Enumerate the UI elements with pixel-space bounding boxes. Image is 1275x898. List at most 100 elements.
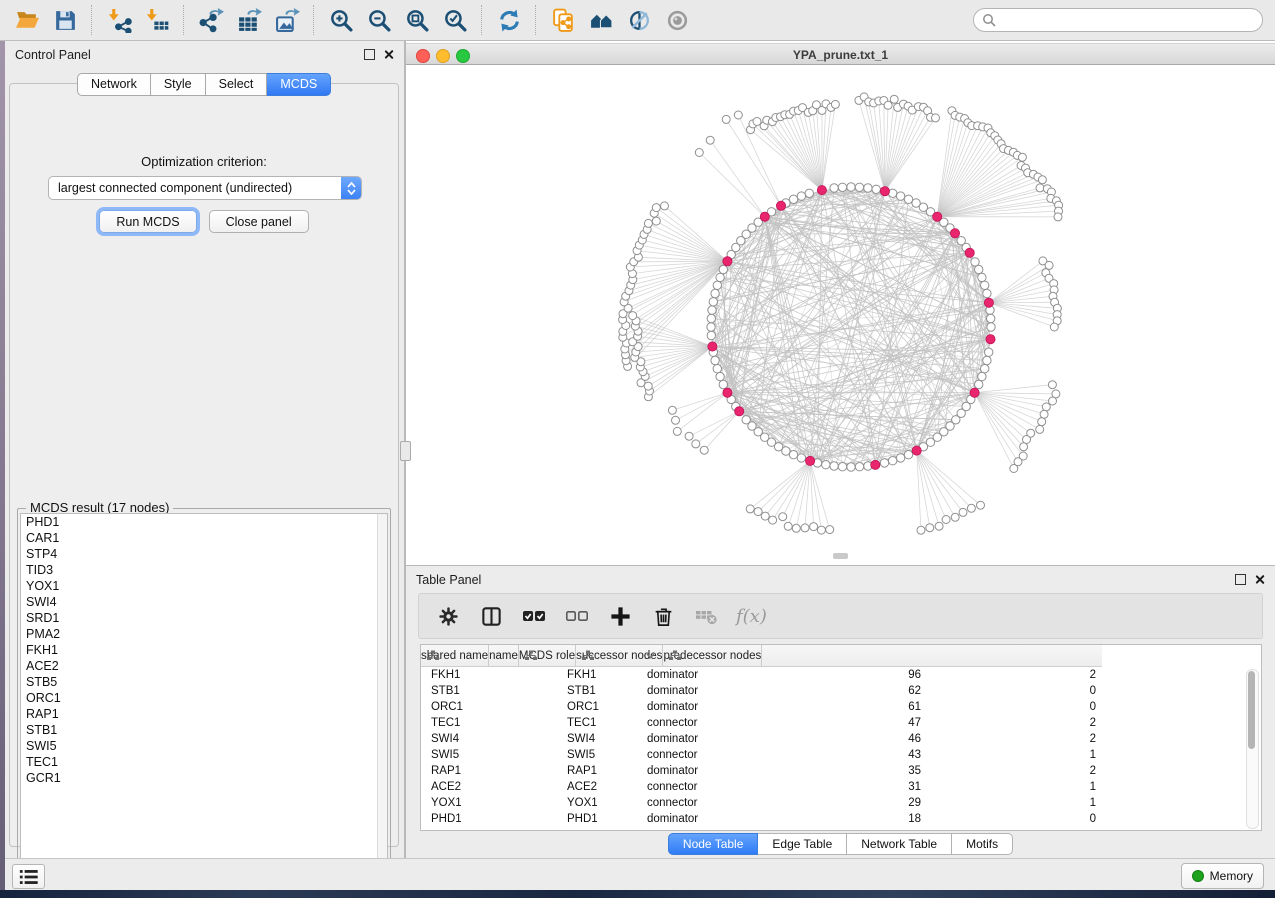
cell-name[interactable]: SWI5 bbox=[554, 747, 635, 763]
mcds-result-item[interactable]: YOX1 bbox=[21, 578, 387, 594]
function-builder-button[interactable]: f(x) bbox=[736, 606, 767, 627]
mcds-result-item[interactable]: RAP1 bbox=[21, 706, 387, 722]
run-mcds-button[interactable]: Run MCDS bbox=[99, 210, 196, 233]
table-scrollbar[interactable] bbox=[1246, 669, 1259, 829]
cell-mcds-role[interactable]: dominator bbox=[635, 699, 785, 715]
zoom-out-button[interactable] bbox=[360, 3, 398, 37]
export-network-button[interactable] bbox=[192, 3, 230, 37]
cell-successor-nodes[interactable]: 61 bbox=[785, 699, 934, 715]
cell-shared-name[interactable]: YOX1 bbox=[421, 795, 554, 811]
cell-predecessor-nodes[interactable]: 2 bbox=[934, 715, 1102, 731]
cell-successor-nodes[interactable]: 62 bbox=[785, 683, 934, 699]
delete-column-button[interactable] bbox=[650, 603, 676, 629]
cell-shared-name[interactable]: STB1 bbox=[421, 683, 554, 699]
cell-shared-name[interactable]: FKH1 bbox=[421, 667, 554, 683]
float-panel-icon[interactable] bbox=[364, 49, 375, 60]
settings-gear-button[interactable] bbox=[435, 603, 461, 629]
zoom-in-button[interactable] bbox=[322, 3, 360, 37]
mcds-result-item[interactable]: CAR1 bbox=[21, 530, 387, 546]
table-tab[interactable]: Edge Table bbox=[758, 833, 847, 855]
zoom-selected-button[interactable] bbox=[436, 3, 474, 37]
save-session-button[interactable] bbox=[46, 3, 84, 37]
network-overview-button[interactable] bbox=[582, 3, 620, 37]
mcds-result-item[interactable]: FKH1 bbox=[21, 642, 387, 658]
cell-successor-nodes[interactable]: 29 bbox=[785, 795, 934, 811]
table-tab[interactable]: Network Table bbox=[847, 833, 952, 855]
table-tab[interactable]: Motifs bbox=[952, 833, 1013, 855]
split-panel-button[interactable] bbox=[478, 603, 504, 629]
deselect-all-button[interactable] bbox=[564, 603, 590, 629]
cell-mcds-role[interactable]: connector bbox=[635, 795, 785, 811]
cell-name[interactable]: FKH1 bbox=[554, 667, 635, 683]
table-row[interactable]: YOX1 YOX1 connector 29 1 bbox=[421, 795, 1261, 811]
table-row[interactable]: SWI4 SWI4 dominator 46 2 bbox=[421, 731, 1261, 747]
mcds-result-item[interactable]: ORC1 bbox=[21, 690, 387, 706]
column-header[interactable]: name bbox=[489, 645, 519, 666]
mcds-result-item[interactable]: TID3 bbox=[21, 562, 387, 578]
cell-predecessor-nodes[interactable]: 1 bbox=[934, 779, 1102, 795]
criterion-select[interactable]: largest connected component (undirected) bbox=[48, 176, 362, 200]
cell-name[interactable]: PHD1 bbox=[554, 811, 635, 827]
table-row[interactable]: PHD1 PHD1 dominator 18 0 bbox=[421, 811, 1261, 827]
cell-predecessor-nodes[interactable]: 2 bbox=[934, 667, 1102, 683]
table-scrollbar-thumb[interactable] bbox=[1248, 671, 1255, 749]
mcds-result-item[interactable]: TEC1 bbox=[21, 754, 387, 770]
cell-shared-name[interactable]: TEC1 bbox=[421, 715, 554, 731]
table-row[interactable]: ACE2 ACE2 connector 31 1 bbox=[421, 779, 1261, 795]
import-network-button[interactable] bbox=[100, 3, 138, 37]
column-header[interactable]: predecessor nodes bbox=[663, 645, 762, 666]
mcds-result-item[interactable]: STP4 bbox=[21, 546, 387, 562]
cell-name[interactable]: STB1 bbox=[554, 683, 635, 699]
cell-shared-name[interactable]: SWI4 bbox=[421, 731, 554, 747]
cell-shared-name[interactable]: PHD1 bbox=[421, 811, 554, 827]
cell-mcds-role[interactable]: connector bbox=[635, 779, 785, 795]
table-row[interactable]: SWI5 SWI5 connector 43 1 bbox=[421, 747, 1261, 763]
cell-successor-nodes[interactable]: 46 bbox=[785, 731, 934, 747]
cell-predecessor-nodes[interactable]: 1 bbox=[934, 747, 1102, 763]
cell-mcds-role[interactable]: connector bbox=[635, 715, 785, 731]
mcds-list-scrollbar[interactable] bbox=[377, 514, 387, 879]
cell-predecessor-nodes[interactable]: 0 bbox=[934, 811, 1102, 827]
cell-successor-nodes[interactable]: 96 bbox=[785, 667, 934, 683]
zoom-fit-button[interactable] bbox=[398, 3, 436, 37]
cell-name[interactable]: YOX1 bbox=[554, 795, 635, 811]
table-row[interactable]: FKH1 FKH1 dominator 96 2 bbox=[421, 667, 1261, 683]
cell-name[interactable]: TEC1 bbox=[554, 715, 635, 731]
import-table-button[interactable] bbox=[138, 3, 176, 37]
export-image-button[interactable] bbox=[268, 3, 306, 37]
hide-details-button[interactable] bbox=[620, 3, 658, 37]
network-hscroll-thumb[interactable] bbox=[833, 553, 848, 559]
select-all-button[interactable] bbox=[521, 603, 547, 629]
cell-predecessor-nodes[interactable]: 0 bbox=[934, 683, 1102, 699]
mcds-result-item[interactable]: STB1 bbox=[21, 722, 387, 738]
cell-shared-name[interactable]: SWI5 bbox=[421, 747, 554, 763]
cell-name[interactable]: ORC1 bbox=[554, 699, 635, 715]
cell-mcds-role[interactable]: dominator bbox=[635, 731, 785, 747]
cell-mcds-role[interactable]: connector bbox=[635, 747, 785, 763]
search-input[interactable] bbox=[973, 8, 1263, 32]
cell-shared-name[interactable]: RAP1 bbox=[421, 763, 554, 779]
cell-mcds-role[interactable]: dominator bbox=[635, 763, 785, 779]
table-row[interactable]: RAP1 RAP1 dominator 35 2 bbox=[421, 763, 1261, 779]
cell-mcds-role[interactable]: dominator bbox=[635, 811, 785, 827]
cell-shared-name[interactable]: ORC1 bbox=[421, 699, 554, 715]
close-panel-icon[interactable] bbox=[383, 49, 394, 60]
cell-name[interactable]: RAP1 bbox=[554, 763, 635, 779]
control-tab[interactable]: Select bbox=[206, 73, 268, 96]
cell-predecessor-nodes[interactable]: 2 bbox=[934, 763, 1102, 779]
cell-mcds-role[interactable]: dominator bbox=[635, 667, 785, 683]
control-tab[interactable]: Network bbox=[77, 73, 151, 96]
cell-name[interactable]: SWI4 bbox=[554, 731, 635, 747]
table-row[interactable]: ORC1 ORC1 dominator 61 0 bbox=[421, 699, 1261, 715]
cell-successor-nodes[interactable]: 35 bbox=[785, 763, 934, 779]
splitter-handle[interactable] bbox=[400, 441, 411, 461]
add-column-button[interactable] bbox=[607, 603, 633, 629]
delete-table-button[interactable] bbox=[693, 603, 719, 629]
mcds-result-item[interactable]: GCR1 bbox=[21, 770, 387, 786]
network-canvas[interactable] bbox=[406, 65, 1275, 565]
memory-button[interactable]: Memory bbox=[1181, 863, 1264, 889]
control-tab[interactable]: MCDS bbox=[267, 73, 331, 96]
cell-successor-nodes[interactable]: 18 bbox=[785, 811, 934, 827]
cell-shared-name[interactable]: ACE2 bbox=[421, 779, 554, 795]
table-tab[interactable]: Node Table bbox=[668, 833, 759, 855]
